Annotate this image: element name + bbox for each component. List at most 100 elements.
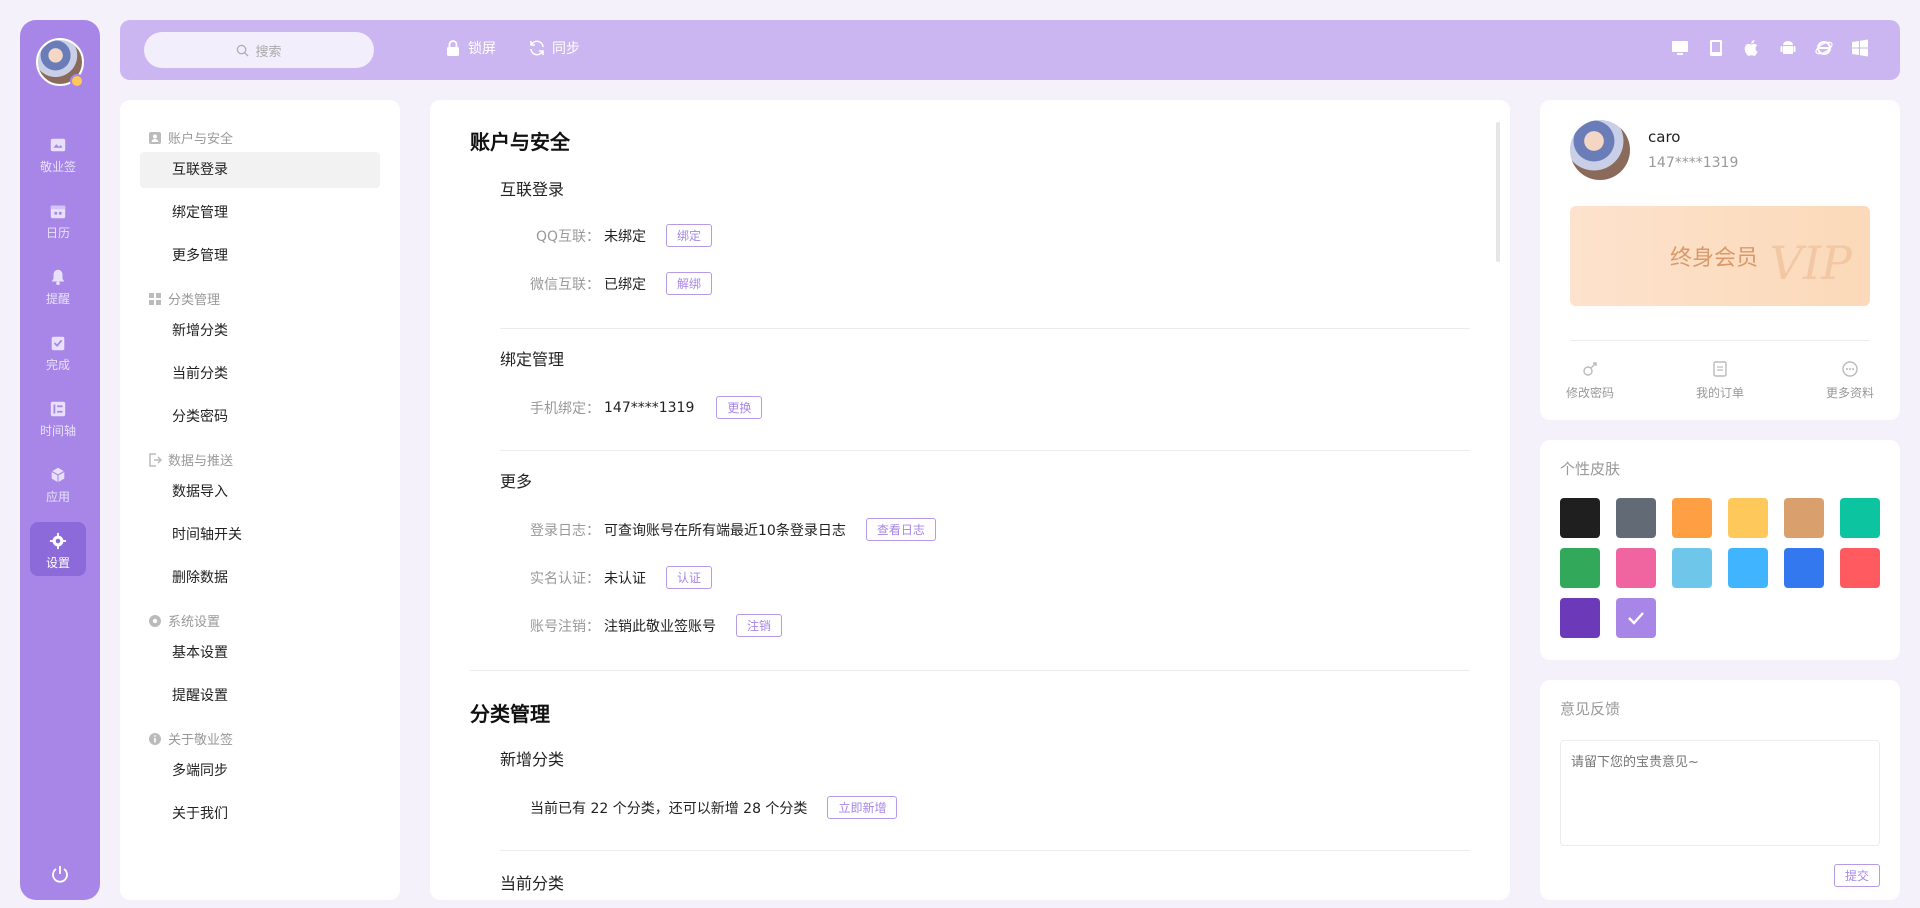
phone-change-button[interactable]: 更换: [716, 396, 763, 419]
divider: [1570, 340, 1870, 341]
bell-icon: [51, 269, 65, 286]
skin-swatch[interactable]: [1784, 548, 1824, 588]
top-bar: 搜索 锁屏 同步: [120, 20, 1900, 80]
section-title-account: 账户与安全: [470, 130, 570, 154]
phone-row: 手机绑定： 147****1319 更换: [530, 396, 763, 419]
menu-item-about-us[interactable]: 关于我们: [140, 796, 380, 832]
account-icon: [149, 131, 161, 144]
scrollbar[interactable]: [1496, 122, 1500, 262]
apple-icon[interactable]: [1742, 38, 1762, 58]
menu-group-data: 数据与推送: [148, 450, 233, 469]
grid-icon: [149, 292, 161, 305]
menu-item-reminder-settings[interactable]: 提醒设置: [140, 678, 380, 714]
skin-swatch[interactable]: [1840, 498, 1880, 538]
skin-swatch[interactable]: [1784, 498, 1824, 538]
rail-item-reminder[interactable]: 提醒: [30, 258, 86, 312]
divider: [500, 850, 1470, 851]
rail-label: 完成: [45, 358, 70, 372]
menu-item-delete-data[interactable]: 删除数据: [140, 560, 380, 596]
new-category-row: 当前已有 22 个分类，还可以新增 28 个分类 立即新增: [530, 796, 898, 819]
feedback-card: 意见反馈 提交: [1540, 680, 1900, 900]
lock-icon: [447, 40, 459, 56]
export-icon: [149, 452, 162, 467]
rail-label: 应用: [45, 490, 70, 504]
key-icon: [1583, 362, 1597, 376]
rail-item-calendar[interactable]: 日历: [30, 192, 86, 246]
skin-swatch[interactable]: [1672, 498, 1712, 538]
windows-icon[interactable]: [1850, 38, 1870, 58]
timeline-icon: [50, 401, 66, 417]
rail-label: 敬业签: [39, 160, 76, 174]
lock-button[interactable]: 锁屏: [444, 38, 496, 58]
view-log-button[interactable]: 查看日志: [865, 518, 936, 541]
menu-item-category-password[interactable]: 分类密码: [140, 399, 380, 435]
subsection-title-binding: 绑定管理: [500, 350, 565, 369]
realname-verify-button[interactable]: 认证: [666, 566, 713, 589]
android-icon[interactable]: [1778, 38, 1798, 58]
lock-label: 锁屏: [468, 41, 496, 57]
profile-card: caro 147****1319 VIP 终身会员 修改密码 我的订单 更多资料: [1540, 100, 1900, 420]
vip-watermark: VIP: [1769, 236, 1852, 290]
vip-banner[interactable]: VIP 终身会员: [1570, 206, 1870, 306]
menu-item-current-category[interactable]: 当前分类: [140, 356, 380, 392]
menu-item-more[interactable]: 更多管理: [140, 238, 380, 274]
skin-swatch[interactable]: [1728, 498, 1768, 538]
qq-bind-button[interactable]: 绑定: [666, 224, 713, 247]
skin-swatch[interactable]: [1728, 548, 1768, 588]
more-info-button[interactable]: 更多资料: [1800, 360, 1900, 401]
rail-label: 时间轴: [39, 424, 76, 438]
ie-icon[interactable]: [1814, 38, 1834, 58]
skin-swatch[interactable]: [1560, 498, 1600, 538]
rail-item-done[interactable]: 完成: [30, 324, 86, 378]
skin-swatch[interactable]: [1560, 548, 1600, 588]
wechat-row: 微信互联： 已绑定 解绑: [530, 272, 713, 295]
account-cancel-button[interactable]: 注销: [736, 614, 783, 637]
vip-badge-icon: [70, 74, 84, 88]
skin-swatch[interactable]: [1616, 498, 1656, 538]
gear-icon: [49, 532, 67, 550]
subsection-title-interconnect: 互联登录: [500, 180, 565, 199]
search-input[interactable]: 搜索: [144, 32, 374, 68]
skin-swatch[interactable]: [1560, 598, 1600, 638]
skin-swatch[interactable]: [1616, 598, 1656, 638]
menu-item-basic-settings[interactable]: 基本设置: [140, 635, 380, 671]
tablet-icon[interactable]: [1706, 38, 1726, 58]
menu-item-new-category[interactable]: 新增分类: [140, 313, 380, 349]
add-category-button[interactable]: 立即新增: [827, 796, 898, 819]
wechat-unbind-button[interactable]: 解绑: [666, 272, 713, 295]
feedback-textarea[interactable]: [1560, 740, 1880, 846]
menu-item-interconnect-login[interactable]: 互联登录: [140, 152, 380, 188]
divider: [470, 670, 1470, 671]
feedback-title: 意见反馈: [1560, 700, 1621, 718]
skin-swatch[interactable]: [1672, 548, 1712, 588]
settings-content: 账户与安全 互联登录 QQ互联： 未绑定 绑定 微信互联： 已绑定 解绑 绑定管…: [430, 100, 1510, 900]
search-placeholder: 搜索: [255, 44, 282, 60]
sync-label: 同步: [552, 41, 580, 57]
profile-phone: 147****1319: [1648, 155, 1739, 171]
feedback-submit-button[interactable]: 提交: [1833, 864, 1880, 887]
order-icon: [1713, 361, 1727, 377]
menu-item-multi-sync[interactable]: 多端同步: [140, 753, 380, 789]
rail-item-notes[interactable]: 敬业签: [30, 126, 86, 180]
desktop-icon[interactable]: [1670, 38, 1690, 58]
profile-avatar[interactable]: [1570, 120, 1630, 180]
skin-swatch[interactable]: [1616, 548, 1656, 588]
info-icon: [149, 732, 161, 745]
cube-icon: [51, 467, 65, 483]
rail-item-apps[interactable]: 应用: [30, 456, 86, 510]
subsection-title-new-category: 新增分类: [500, 750, 565, 769]
rail-item-timeline[interactable]: 时间轴: [30, 390, 86, 444]
divider: [500, 328, 1470, 329]
realname-row: 实名认证： 未认证 认证: [530, 566, 713, 589]
sync-button[interactable]: 同步: [528, 38, 580, 58]
menu-item-data-import[interactable]: 数据导入: [140, 474, 380, 510]
rail-item-settings[interactable]: 设置: [30, 522, 86, 576]
power-icon[interactable]: [50, 864, 70, 884]
menu-item-timeline-switch[interactable]: 时间轴开关: [140, 517, 380, 553]
skin-swatch[interactable]: [1840, 548, 1880, 588]
menu-group-category: 分类管理: [148, 289, 220, 308]
menu-item-binding[interactable]: 绑定管理: [140, 195, 380, 231]
change-password-button[interactable]: 修改密码: [1540, 360, 1640, 401]
qq-row: QQ互联： 未绑定 绑定: [536, 224, 713, 247]
my-orders-button[interactable]: 我的订单: [1670, 360, 1770, 401]
